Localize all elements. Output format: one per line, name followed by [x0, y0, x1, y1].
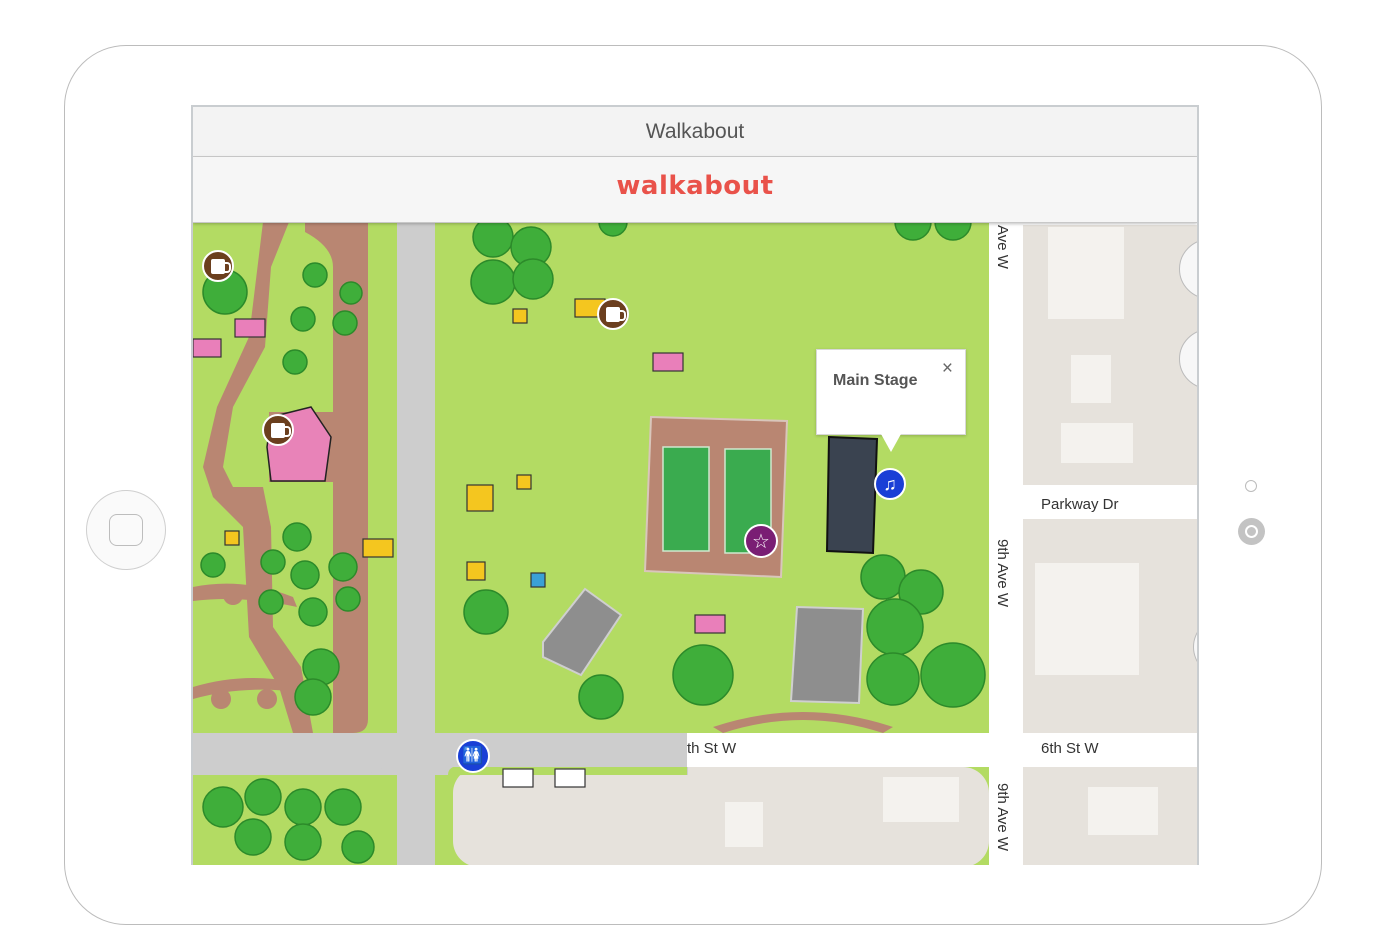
app-screen: Walkabout walkabout Parkway Dr th St W 6… — [191, 105, 1199, 865]
building — [1048, 227, 1124, 319]
walkabout-logo[interactable]: walkabout — [616, 171, 773, 201]
street-label-6th-right: 6th St W — [1041, 740, 1099, 757]
home-button-icon — [109, 514, 143, 546]
path-node — [211, 689, 231, 709]
building — [1035, 563, 1139, 675]
home-button[interactable] — [86, 490, 166, 570]
street-label-6th-left: th St W — [687, 740, 737, 757]
street-label-parkway: Parkway Dr — [1041, 496, 1119, 513]
star-icon[interactable]: ☆ — [744, 524, 778, 558]
walking-path — [193, 678, 297, 699]
building — [883, 777, 959, 822]
path-node — [257, 689, 277, 709]
beer-mug-icon[interactable] — [597, 298, 629, 330]
window-title: Walkabout — [645, 120, 745, 143]
grey-building — [789, 605, 865, 705]
main-stage-popup[interactable]: Main Stage × — [816, 349, 966, 452]
building — [725, 802, 763, 847]
building — [1061, 423, 1133, 463]
beer-mug-icon[interactable] — [262, 414, 294, 446]
path-node — [223, 585, 243, 605]
main-stage[interactable] — [825, 435, 879, 555]
building — [1088, 787, 1158, 835]
street-label-9th-top: Ave W — [994, 225, 1011, 269]
building — [1071, 355, 1111, 403]
camera-icon — [1238, 518, 1265, 545]
restroom-icon[interactable]: 🚻 — [456, 739, 490, 773]
walking-path — [713, 712, 893, 733]
road — [397, 222, 435, 865]
beer-mug-icon[interactable] — [202, 250, 234, 282]
street-label-9th-bottom: 9th Ave W — [994, 783, 1011, 852]
tennis-court — [662, 446, 710, 552]
window-title-bar: Walkabout — [193, 107, 1197, 157]
camera-dot-icon — [1245, 480, 1257, 492]
street-label-9th-mid: 9th Ave W — [994, 539, 1011, 608]
grey-building — [542, 587, 623, 677]
music-note-icon[interactable]: ♫ — [874, 468, 906, 500]
app-nav-bar: walkabout — [193, 157, 1197, 223]
road — [687, 733, 1197, 767]
popup-title: Main Stage — [833, 372, 918, 389]
close-icon[interactable]: × — [942, 358, 953, 380]
